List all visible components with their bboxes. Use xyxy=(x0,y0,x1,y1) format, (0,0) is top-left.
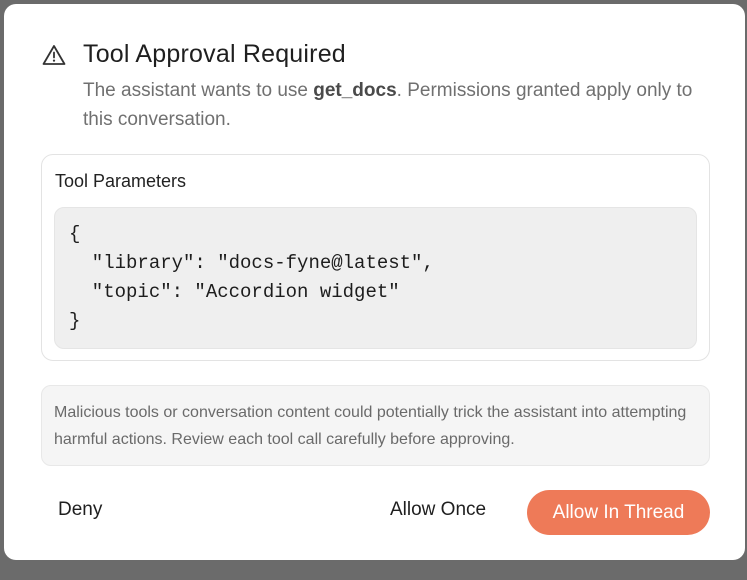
security-warning-box: Malicious tools or conversation content … xyxy=(41,385,710,466)
deny-button[interactable]: Deny xyxy=(58,499,102,521)
parameters-code-block: { "library": "docs-fyne@latest", "topic"… xyxy=(54,207,697,349)
dialog-description: The assistant wants to use get_docs. Per… xyxy=(83,76,713,134)
allow-in-thread-button[interactable]: Allow In Thread xyxy=(527,490,710,535)
warning-triangle-icon xyxy=(42,44,66,66)
allow-once-button[interactable]: Allow Once xyxy=(390,499,486,521)
parameters-json: { "library": "docs-fyne@latest", "topic"… xyxy=(69,223,434,332)
tool-approval-dialog: Tool Approval Required The assistant wan… xyxy=(4,4,745,560)
security-warning-text: Malicious tools or conversation content … xyxy=(54,404,687,448)
description-prefix: The assistant wants to use xyxy=(83,80,314,101)
tool-parameters-label: Tool Parameters xyxy=(55,171,187,191)
tool-name: get_docs xyxy=(313,80,397,101)
tool-parameters-card: Tool Parameters { "library": "docs-fyne@… xyxy=(41,154,710,361)
dialog-title: Tool Approval Required xyxy=(83,40,346,68)
